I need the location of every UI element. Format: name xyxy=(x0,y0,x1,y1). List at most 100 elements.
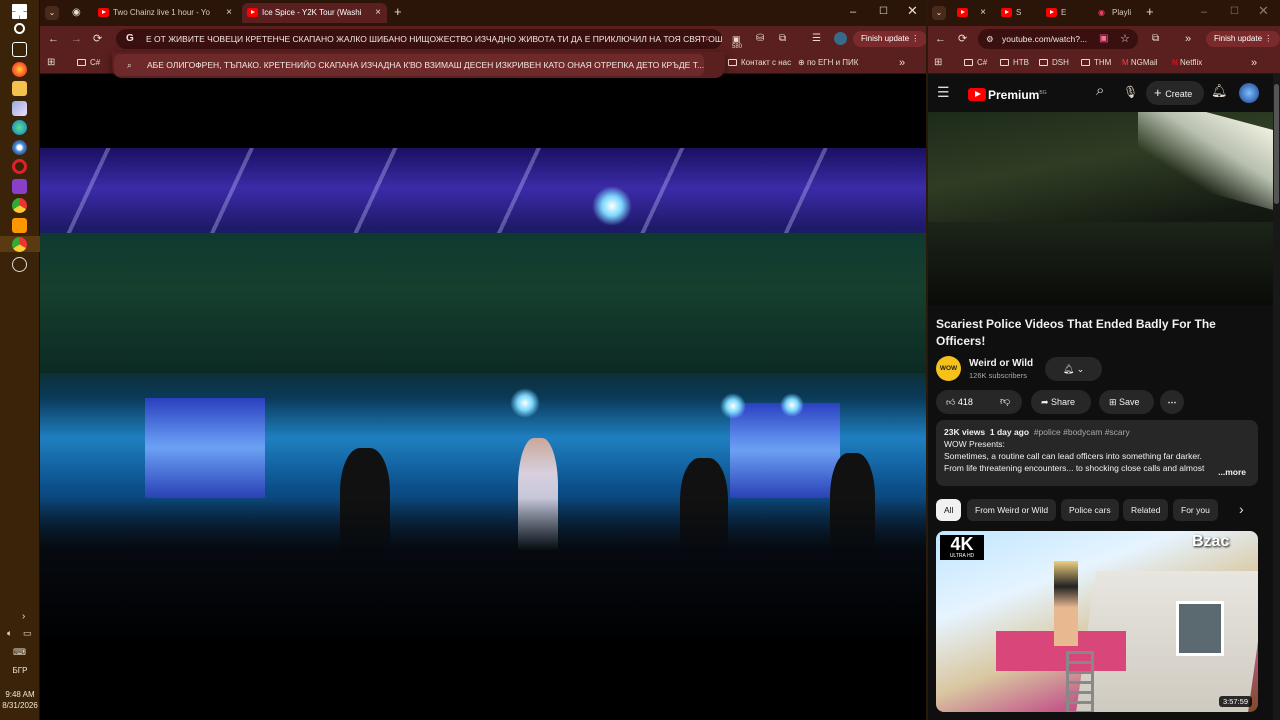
search-icon[interactable]: ⌕ xyxy=(1096,83,1104,98)
app-icon[interactable] xyxy=(12,140,27,155)
reading-list-icon[interactable]: ☰ xyxy=(812,32,821,46)
more-icon[interactable]: » xyxy=(1185,32,1191,46)
minimize-icon[interactable]: – xyxy=(1201,5,1207,19)
tab-youtube-3[interactable]: E xyxy=(1041,3,1083,23)
chip-police-cars[interactable]: Police cars xyxy=(1061,499,1119,521)
close-window-icon[interactable]: ✕ xyxy=(1258,4,1269,18)
save-button[interactable]: ⊞ Save xyxy=(1099,390,1154,414)
lens-search-icon[interactable]: ⌕ xyxy=(705,32,711,46)
close-tab-icon[interactable]: × xyxy=(980,3,986,23)
apps-grid-icon[interactable]: ⊞ xyxy=(47,56,55,70)
new-tab-button[interactable]: + xyxy=(1146,5,1154,19)
back-icon[interactable]: ← xyxy=(48,32,59,46)
more-bookmarks-icon[interactable]: » xyxy=(899,56,905,70)
more-actions-button[interactable]: ⋯ xyxy=(1160,390,1184,414)
reload-icon[interactable]: ⟳ xyxy=(93,32,102,46)
notifications-bell-icon[interactable]: 🔔︎ xyxy=(1211,84,1228,98)
tab-youtube-2[interactable]: S xyxy=(996,3,1038,23)
scrollbar-thumb[interactable] xyxy=(1274,84,1279,204)
tab-youtube-1[interactable]: × xyxy=(952,3,992,23)
edge-icon[interactable] xyxy=(12,120,27,135)
chip-from-channel[interactable]: From Weird or Wild xyxy=(967,499,1057,521)
file-explorer-icon[interactable] xyxy=(12,81,27,96)
url-bar[interactable]: ⚙︎ youtube.com/watch?... xyxy=(978,29,1138,49)
volume-icon[interactable]: 🔈︎ xyxy=(7,626,12,640)
tab-search-dropdown-icon[interactable]: ⌄ xyxy=(45,6,59,20)
firefox-icon[interactable] xyxy=(12,62,27,77)
bookmark-star-icon[interactable]: ☆ xyxy=(1120,32,1130,46)
pip-icon[interactable]: ▣ xyxy=(1099,32,1108,46)
suggestion-row[interactable]: ⌕ АБЕ ОЛИГОФРЕН, ТЪПАКО. КРЕТЕНИЙО СКАПА… xyxy=(114,54,704,76)
forward-icon[interactable]: → xyxy=(71,32,82,46)
new-tab-button[interactable]: + xyxy=(394,5,402,19)
tab-ice-spice[interactable]: Ice Spice - Y2K Tour (Washi × xyxy=(242,3,387,23)
tab-two-chainz[interactable]: Two Chainz live 1 hour - Yo × xyxy=(93,3,238,23)
extensions-puzzle-icon[interactable]: ⧉ xyxy=(1152,32,1159,46)
bookmark-csharp[interactable]: C# xyxy=(964,56,987,70)
clock-time[interactable]: 9:48 AM xyxy=(0,690,40,699)
user-avatar[interactable] xyxy=(1239,83,1259,103)
channel-name[interactable]: Weird or Wild xyxy=(969,358,1033,369)
finish-update-button[interactable]: Finish update ⋮ xyxy=(1206,31,1280,47)
sublime-icon[interactable] xyxy=(12,218,27,233)
bookmark-egn[interactable]: ⊕ по ЕГН и ПИК xyxy=(798,56,858,70)
subscription-bell-button[interactable]: 🔔︎ ⌄ xyxy=(1045,357,1102,381)
omnibox-text[interactable]: Е ОТ ЖИВИТЕ ЧОВЕЦИ КРЕТЕНЧЕ СКАПАНО ЖАЛК… xyxy=(146,34,722,44)
monitor-icon[interactable]: ▭ xyxy=(23,626,32,640)
chip-all[interactable]: All xyxy=(936,499,962,521)
video-description[interactable]: 23K views 1 day ago #police #bodycam #sc… xyxy=(936,420,1258,486)
chevron-right-icon[interactable]: › xyxy=(22,610,25,624)
back-icon[interactable]: ← xyxy=(935,32,946,46)
channel-avatar[interactable]: WOW xyxy=(936,356,961,381)
maximize-icon[interactable]: ☐ xyxy=(1230,5,1239,19)
extensions-puzzle-icon[interactable]: ⧉ xyxy=(779,32,786,46)
onenote-icon[interactable] xyxy=(12,179,27,194)
apps-grid-icon[interactable]: ⊞ xyxy=(934,56,942,70)
clock-date[interactable]: 8/31/2026 xyxy=(0,701,40,710)
finish-update-button[interactable]: Finish update ⋮ xyxy=(853,31,926,47)
page-scrollbar[interactable] xyxy=(1273,74,1280,720)
chrome-icon[interactable] xyxy=(12,198,27,213)
opera-icon[interactable] xyxy=(12,159,27,174)
tab-search-dropdown-icon[interactable]: ⌄ xyxy=(932,6,946,20)
close-tab-icon[interactable]: × xyxy=(226,3,232,23)
record-icon[interactable]: ◉ xyxy=(72,6,81,20)
like-button[interactable]: 👍︎ 418 xyxy=(946,390,973,414)
chip-for-you[interactable]: For you xyxy=(1173,499,1218,521)
settings-icon[interactable] xyxy=(12,257,27,272)
close-window-icon[interactable]: ✕ xyxy=(907,4,918,18)
tab-playlist[interactable]: ◉ Playli xyxy=(1092,3,1142,23)
show-more-link[interactable]: ...more xyxy=(1214,466,1246,478)
dislike-button[interactable]: 👎︎ xyxy=(1000,390,1010,414)
bookmark-ngmail[interactable]: M NGMail xyxy=(1122,56,1158,70)
more-bookmarks-icon[interactable]: » xyxy=(1251,56,1257,70)
incognito-icon[interactable]: ⛁ xyxy=(756,32,764,46)
share-button[interactable]: ➦ Share xyxy=(1031,390,1091,414)
maximize-icon[interactable]: ☐ xyxy=(879,5,888,19)
microphone-icon[interactable]: 🎙︎ xyxy=(1123,85,1138,99)
photos-icon[interactable] xyxy=(12,101,27,116)
keyboard-icon[interactable]: ⌨︎ xyxy=(13,645,26,659)
bookmark-csharp[interactable]: C# xyxy=(77,56,100,70)
chip-related[interactable]: Related xyxy=(1123,499,1169,521)
chrome-active-icon[interactable] xyxy=(12,237,27,252)
bookmark-contact[interactable]: Контакт с нас xyxy=(728,56,791,70)
recommended-video-thumbnail[interactable]: 4K ULTRA HD Bzac 3:57:59 xyxy=(936,531,1258,712)
youtube-video-player[interactable] xyxy=(928,112,1274,305)
bookmark-htb[interactable]: HTB xyxy=(1000,56,1029,70)
bookmark-netflix[interactable]: N Netflix xyxy=(1172,56,1202,70)
close-tab-icon[interactable]: × xyxy=(375,3,381,23)
task-view-icon[interactable] xyxy=(12,42,27,57)
minimize-icon[interactable]: – xyxy=(850,5,856,19)
bookmark-dsh[interactable]: DSH xyxy=(1039,56,1069,70)
language-indicator[interactable]: БГР xyxy=(0,666,40,675)
youtube-logo[interactable]: PremiumBG xyxy=(968,86,1047,102)
hamburger-menu-icon[interactable]: ☰ xyxy=(937,85,950,99)
omnibox[interactable]: G Е ОТ ЖИВИТЕ ЧОВЕЦИ КРЕТЕНЧЕ СКАПАНО ЖА… xyxy=(116,29,722,49)
chevron-right-icon[interactable]: › xyxy=(1239,502,1244,516)
windows-start-icon[interactable] xyxy=(12,4,27,19)
create-button[interactable]: + Create xyxy=(1146,81,1204,105)
search-icon[interactable] xyxy=(14,23,25,34)
bookmark-thm[interactable]: THM xyxy=(1081,56,1111,70)
profile-avatar-icon[interactable] xyxy=(834,32,847,45)
